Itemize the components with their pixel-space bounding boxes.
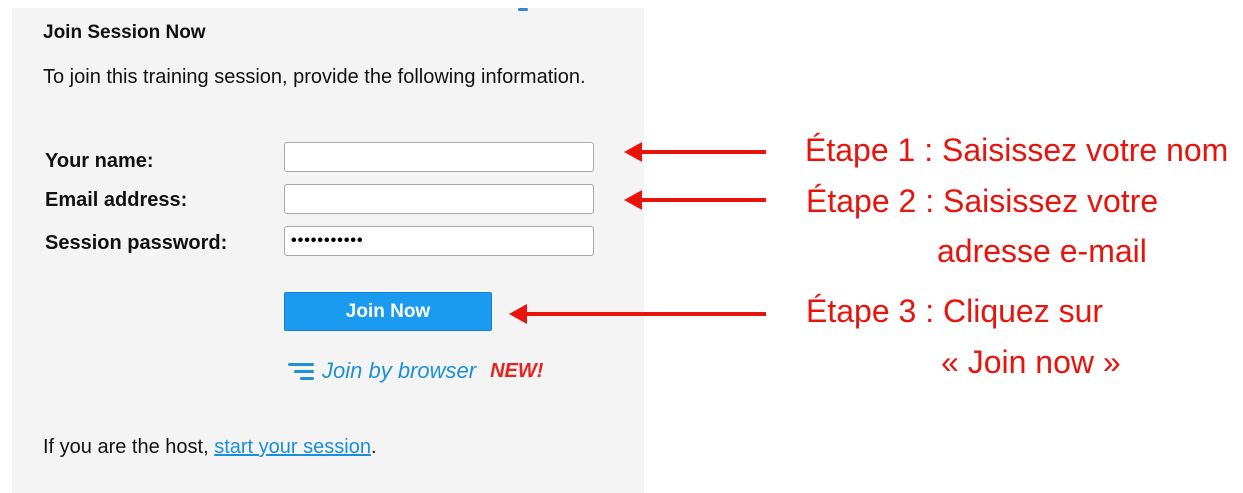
host-line: If you are the host, start your session. — [43, 436, 377, 459]
join-by-browser-row: Join by browser NEW! — [286, 358, 543, 384]
step2-text-line2: adresse e-mail — [937, 233, 1147, 269]
arrow-head-icon — [509, 304, 527, 324]
join-session-panel: Join Session Now To join this training s… — [12, 8, 644, 493]
step2-arrow — [624, 190, 766, 210]
name-input[interactable] — [284, 142, 594, 172]
arrow-head-icon — [624, 142, 642, 162]
start-session-link[interactable]: start your session — [214, 436, 371, 458]
email-input[interactable] — [284, 184, 594, 214]
arrow-head-icon — [624, 190, 642, 210]
password-label: Session password: — [45, 232, 228, 254]
host-prefix: If you are the host, — [43, 436, 215, 458]
password-input[interactable] — [284, 226, 594, 256]
join-by-browser-link[interactable]: Join by browser — [322, 358, 476, 384]
email-label: Email address: — [45, 189, 188, 211]
step3-text-line2: « Join now » — [941, 344, 1121, 380]
intro-text: To join this training session, provide t… — [43, 66, 586, 88]
step2-text-line1: Étape 2 : Saisissez votre — [806, 183, 1159, 219]
step1-text: Étape 1 : Saisissez votre nom — [805, 132, 1229, 168]
top-accent-mark — [518, 8, 528, 11]
host-suffix: . — [370, 436, 377, 458]
step1-arrow — [624, 142, 766, 162]
panel-title: Join Session Now — [43, 22, 206, 43]
step3-text-line1: Étape 3 : Cliquez sur — [806, 293, 1104, 329]
step3-arrow — [509, 304, 766, 324]
browser-lines-icon[interactable] — [286, 361, 314, 381]
new-badge: NEW! — [490, 359, 544, 382]
name-label: Your name: — [45, 150, 154, 172]
join-now-button[interactable]: Join Now — [284, 292, 492, 331]
